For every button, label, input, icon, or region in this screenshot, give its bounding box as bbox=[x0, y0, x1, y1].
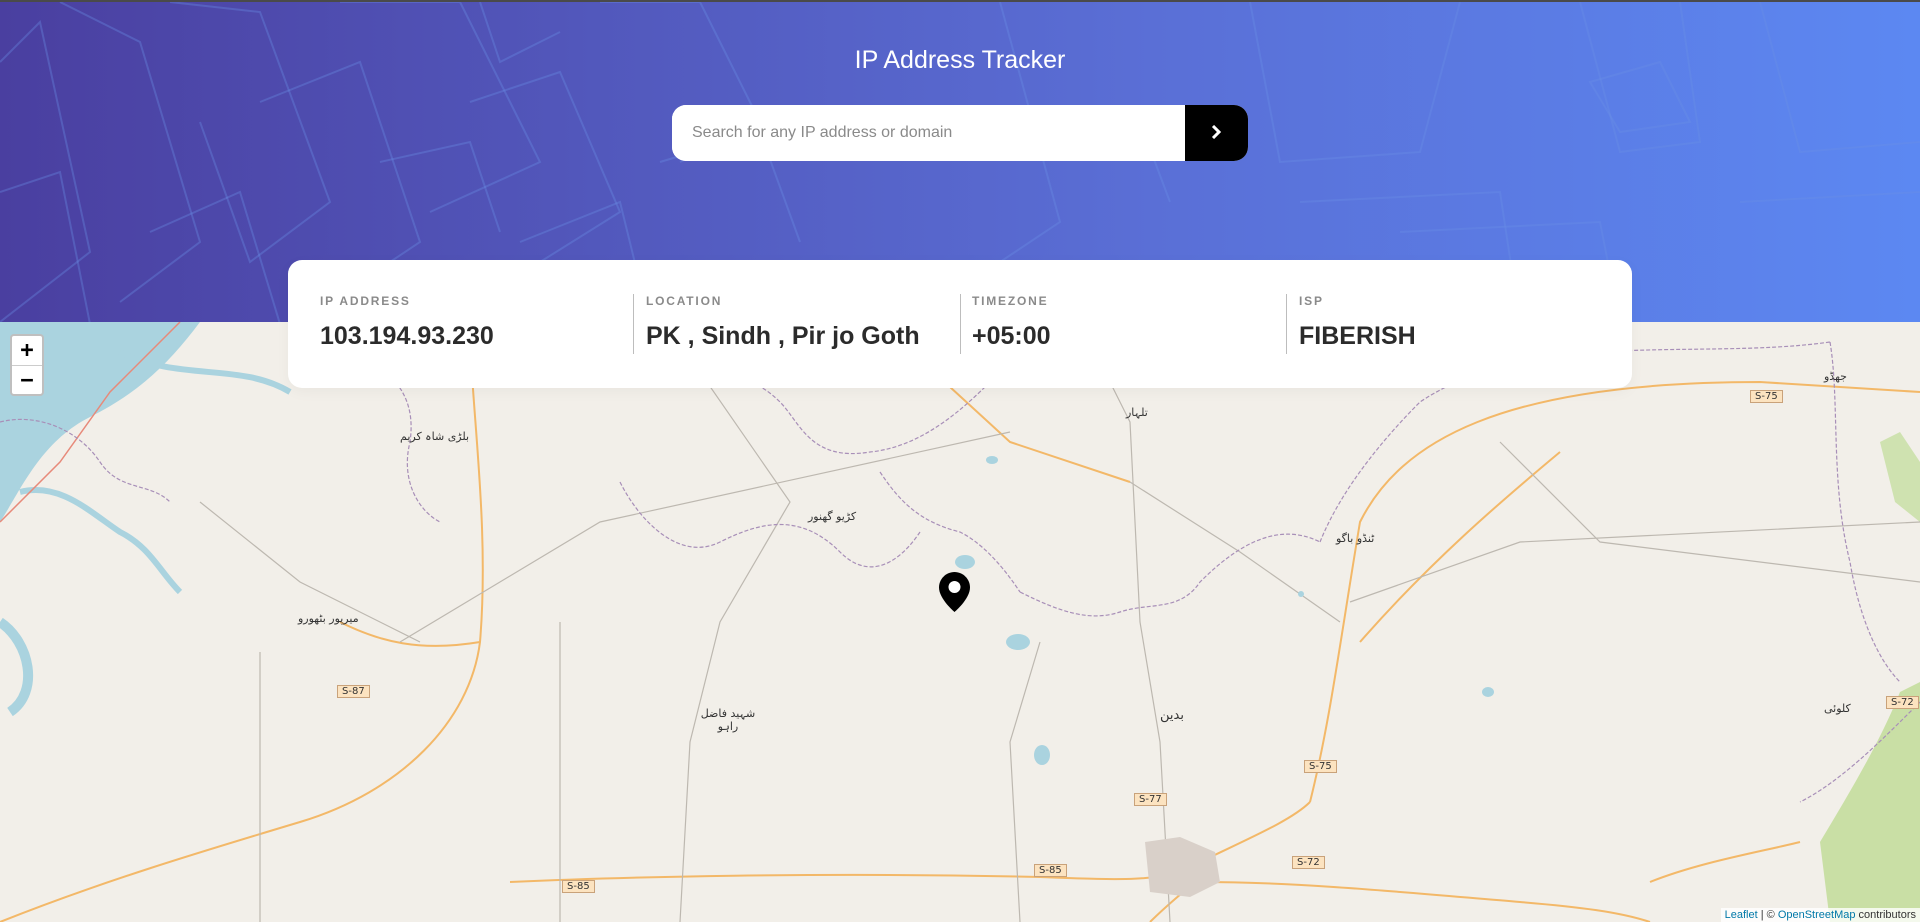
info-card: IP ADDRESS 103.194.93.230 LOCATION PK , … bbox=[288, 260, 1632, 388]
timezone-label: TIMEZONE bbox=[972, 294, 1049, 308]
location-section: LOCATION PK , Sindh , Pir jo Goth bbox=[646, 294, 920, 351]
isp-label: ISP bbox=[1299, 294, 1324, 308]
divider bbox=[633, 294, 634, 354]
map-attribution: Leaflet | © OpenStreetMap contributors bbox=[1720, 908, 1920, 922]
osm-link[interactable]: OpenStreetMap bbox=[1778, 909, 1856, 921]
isp-section: ISP FIBERISH bbox=[1299, 294, 1416, 351]
ip-address-section: IP ADDRESS 103.194.93.230 bbox=[320, 294, 494, 351]
place-label: ٹنڈو باگو bbox=[1336, 532, 1375, 545]
place-label: کلوئی bbox=[1824, 702, 1851, 715]
search-submit-button[interactable] bbox=[1185, 105, 1248, 161]
place-label: جھڈو bbox=[1824, 370, 1847, 383]
ip-address-label: IP ADDRESS bbox=[320, 294, 411, 308]
road-shield: S-72 bbox=[1292, 856, 1325, 869]
ip-address-value: 103.194.93.230 bbox=[320, 322, 494, 350]
place-label: بدین bbox=[1160, 708, 1184, 723]
search-input[interactable] bbox=[672, 105, 1185, 161]
zoom-in-button[interactable]: + bbox=[12, 336, 42, 366]
location-label: LOCATION bbox=[646, 294, 723, 308]
location-value: PK , Sindh , Pir jo Goth bbox=[646, 322, 920, 350]
timezone-value: +05:00 bbox=[972, 322, 1051, 350]
map-tiles bbox=[0, 322, 1920, 922]
place-label: میرپور بٹھورو bbox=[298, 612, 359, 625]
place-label: کڑیو گھنور bbox=[808, 510, 857, 523]
map-view[interactable]: بلڑی شاہ کریم میرپور بٹھورو کڑیو گھنور ٹ… bbox=[0, 322, 1920, 922]
chevron-right-icon bbox=[1211, 124, 1222, 142]
search-bar bbox=[672, 105, 1248, 161]
road-shield: S-75 bbox=[1304, 760, 1337, 773]
place-label: بلڑی شاہ کریم bbox=[400, 430, 470, 443]
location-pin-icon[interactable] bbox=[939, 572, 970, 616]
road-shield: S-75 bbox=[1750, 390, 1783, 403]
timezone-section: TIMEZONE +05:00 bbox=[972, 294, 1051, 351]
divider bbox=[1286, 294, 1287, 354]
road-shield: S-77 bbox=[1134, 793, 1167, 806]
road-shield: S-87 bbox=[337, 685, 370, 698]
divider bbox=[960, 294, 961, 354]
page-title: IP Address Tracker bbox=[854, 46, 1066, 74]
attribution-separator: | © bbox=[1757, 909, 1778, 921]
road-shield: S-85 bbox=[562, 880, 595, 893]
zoom-control: + − bbox=[10, 334, 44, 396]
place-label: تلہار bbox=[1126, 406, 1148, 419]
road-shield: S-85 bbox=[1034, 864, 1067, 877]
zoom-out-button[interactable]: − bbox=[12, 366, 42, 395]
road-shield: S-72 bbox=[1886, 696, 1919, 709]
isp-value: FIBERISH bbox=[1299, 322, 1416, 350]
leaflet-link[interactable]: Leaflet bbox=[1725, 909, 1758, 921]
place-label: شہید فاضل راہو bbox=[700, 707, 756, 733]
attribution-suffix: contributors bbox=[1855, 909, 1916, 921]
